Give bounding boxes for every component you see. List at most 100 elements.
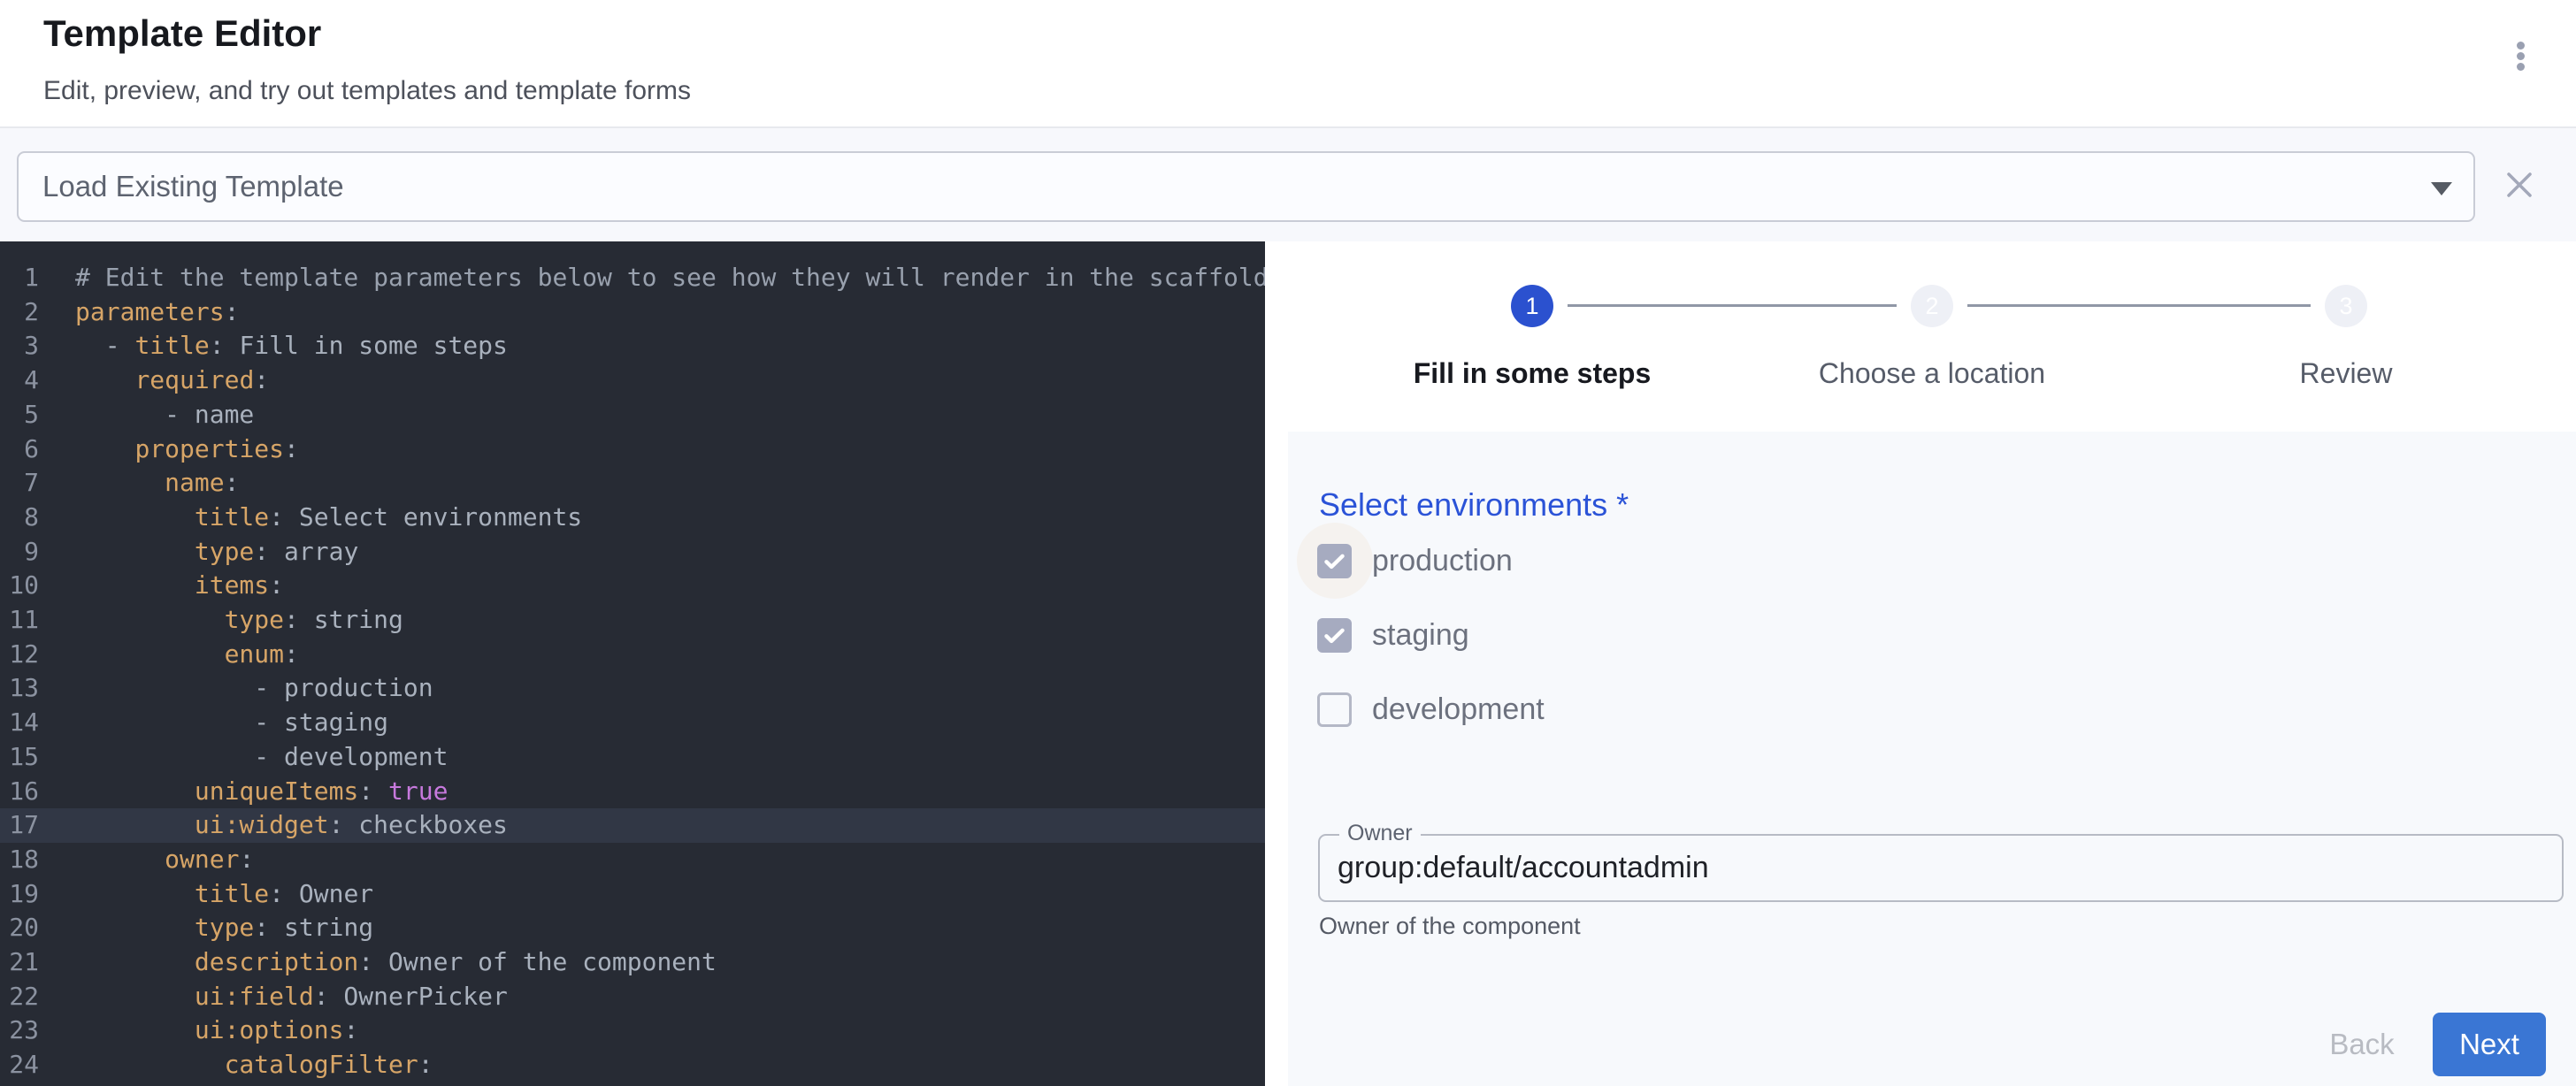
editor-line: 22 ui:field: OwnerPicker (0, 980, 1265, 1014)
checkbox-staging[interactable] (1317, 618, 1352, 653)
editor-line: 21 description: Owner of the component (0, 945, 1265, 980)
line-number: 8 (0, 501, 39, 535)
check-icon (1321, 622, 1348, 649)
line-number: 1 (0, 261, 39, 295)
load-existing-template-select[interactable]: Load Existing Template (17, 151, 2475, 222)
line-number: 20 (0, 911, 39, 945)
line-code: type: array (39, 535, 358, 570)
line-number: 7 (0, 466, 39, 501)
line-code: - staging (39, 706, 388, 740)
step-3-label: Review (2143, 357, 2549, 390)
editor-line: 11 type: string (0, 603, 1265, 638)
line-code: catalogFilter: (39, 1048, 433, 1082)
checkbox-row-staging: staging (1297, 601, 1469, 669)
editor-line: 15 - development (0, 740, 1265, 775)
line-number: 19 (0, 877, 39, 912)
line-number: 17 (0, 808, 39, 843)
select-placeholder: Load Existing Template (42, 170, 344, 203)
kebab-icon (2517, 42, 2525, 50)
line-code: # Edit the template parameters below to … (39, 261, 1265, 295)
line-number: 12 (0, 638, 39, 672)
editor-line: 17 ui:widget: checkboxes (0, 808, 1265, 843)
editor-line: 6 properties: (0, 432, 1265, 467)
line-number: 18 (0, 843, 39, 877)
line-code: - title: Fill in some steps (39, 329, 508, 363)
kebab-icon (2517, 63, 2525, 71)
editor-line: 5 - name (0, 398, 1265, 432)
kebab-icon (2517, 52, 2525, 60)
line-code: required: (39, 363, 269, 398)
editor-line: 19 title: Owner (0, 877, 1265, 912)
line-code: enum: (39, 638, 299, 672)
editor-line: 13 - production (0, 671, 1265, 706)
line-number: 23 (0, 1013, 39, 1048)
editor-line: 10 items: (0, 569, 1265, 603)
checkbox-row-development: development (1297, 676, 1545, 743)
close-icon (2504, 170, 2534, 200)
editor-line: 16 uniqueItems: true (0, 775, 1265, 809)
line-code: name: (39, 466, 239, 501)
line-code: ui:widget: checkboxes (39, 808, 508, 843)
next-button[interactable]: Next (2433, 1013, 2546, 1076)
load-template-toolbar: Load Existing Template (0, 126, 2576, 241)
check-icon (1321, 547, 1348, 575)
line-code: type: string (39, 911, 373, 945)
line-number: 3 (0, 329, 39, 363)
checkbox-development[interactable] (1317, 692, 1352, 727)
line-code: type: string (39, 603, 403, 638)
line-number: 13 (0, 671, 39, 706)
back-button[interactable]: Back (2300, 1013, 2424, 1076)
editor-line: 4 required: (0, 363, 1265, 398)
line-number: 2 (0, 295, 39, 330)
line-code: parameters: (39, 295, 239, 330)
checkbox-production[interactable] (1317, 544, 1352, 578)
line-number: 14 (0, 706, 39, 740)
line-code: - name (39, 398, 254, 432)
close-toolbar-button[interactable] (2499, 164, 2540, 205)
line-number: 5 (0, 398, 39, 432)
checkbox-label[interactable]: development (1372, 692, 1545, 727)
caret-down-icon (2431, 182, 2452, 195)
line-number: 6 (0, 432, 39, 467)
more-options-button[interactable] (2497, 42, 2543, 88)
editor-line: 7 name: (0, 466, 1265, 501)
step-3-circle: 3 (2325, 285, 2367, 327)
step-connector (1967, 304, 2311, 307)
line-number: 10 (0, 569, 39, 603)
editor-line: 18 owner: (0, 843, 1265, 877)
line-number: 22 (0, 980, 39, 1014)
line-code: uniqueItems: true (39, 775, 448, 809)
editor-line: 14 - staging (0, 706, 1265, 740)
line-code: ui:options: (39, 1013, 358, 1048)
page-subtitle: Edit, preview, and try out templates and… (43, 76, 691, 106)
line-code: - production (39, 671, 433, 706)
checkbox-label[interactable]: staging (1372, 618, 1469, 653)
line-number: 11 (0, 603, 39, 638)
editor-line: 12 enum: (0, 638, 1265, 672)
line-code: - development (39, 740, 448, 775)
editor-lines: 1# Edit the template parameters below to… (0, 261, 1265, 1082)
line-code: ui:field: OwnerPicker (39, 980, 508, 1014)
owner-helper-text: Owner of the component (1319, 913, 1581, 940)
step-2-circle: 2 (1911, 285, 1953, 327)
line-code: title: Owner (39, 877, 373, 912)
owner-input[interactable] (1338, 837, 2523, 899)
editor-line: 1# Edit the template parameters below to… (0, 261, 1265, 295)
line-code: owner: (39, 843, 254, 877)
line-number: 21 (0, 945, 39, 980)
page-title: Template Editor (43, 12, 321, 55)
line-code: description: Owner of the component (39, 945, 717, 980)
editor-line: 20 type: string (0, 911, 1265, 945)
editor-line: 24 catalogFilter: (0, 1048, 1265, 1082)
editor-line: 3 - title: Fill in some steps (0, 329, 1265, 363)
checkbox-row-production: production (1297, 527, 1513, 594)
line-number: 15 (0, 740, 39, 775)
editor-line: 2parameters: (0, 295, 1265, 330)
editor-line: 23 ui:options: (0, 1013, 1265, 1048)
line-number: 24 (0, 1048, 39, 1082)
checkbox-label[interactable]: production (1372, 544, 1513, 578)
code-editor[interactable]: 1# Edit the template parameters below to… (0, 241, 1265, 1086)
template-editor-page: Template Editor Edit, preview, and try o… (0, 0, 2576, 1086)
line-code: items: (39, 569, 284, 603)
line-code: title: Select environments (39, 501, 582, 535)
